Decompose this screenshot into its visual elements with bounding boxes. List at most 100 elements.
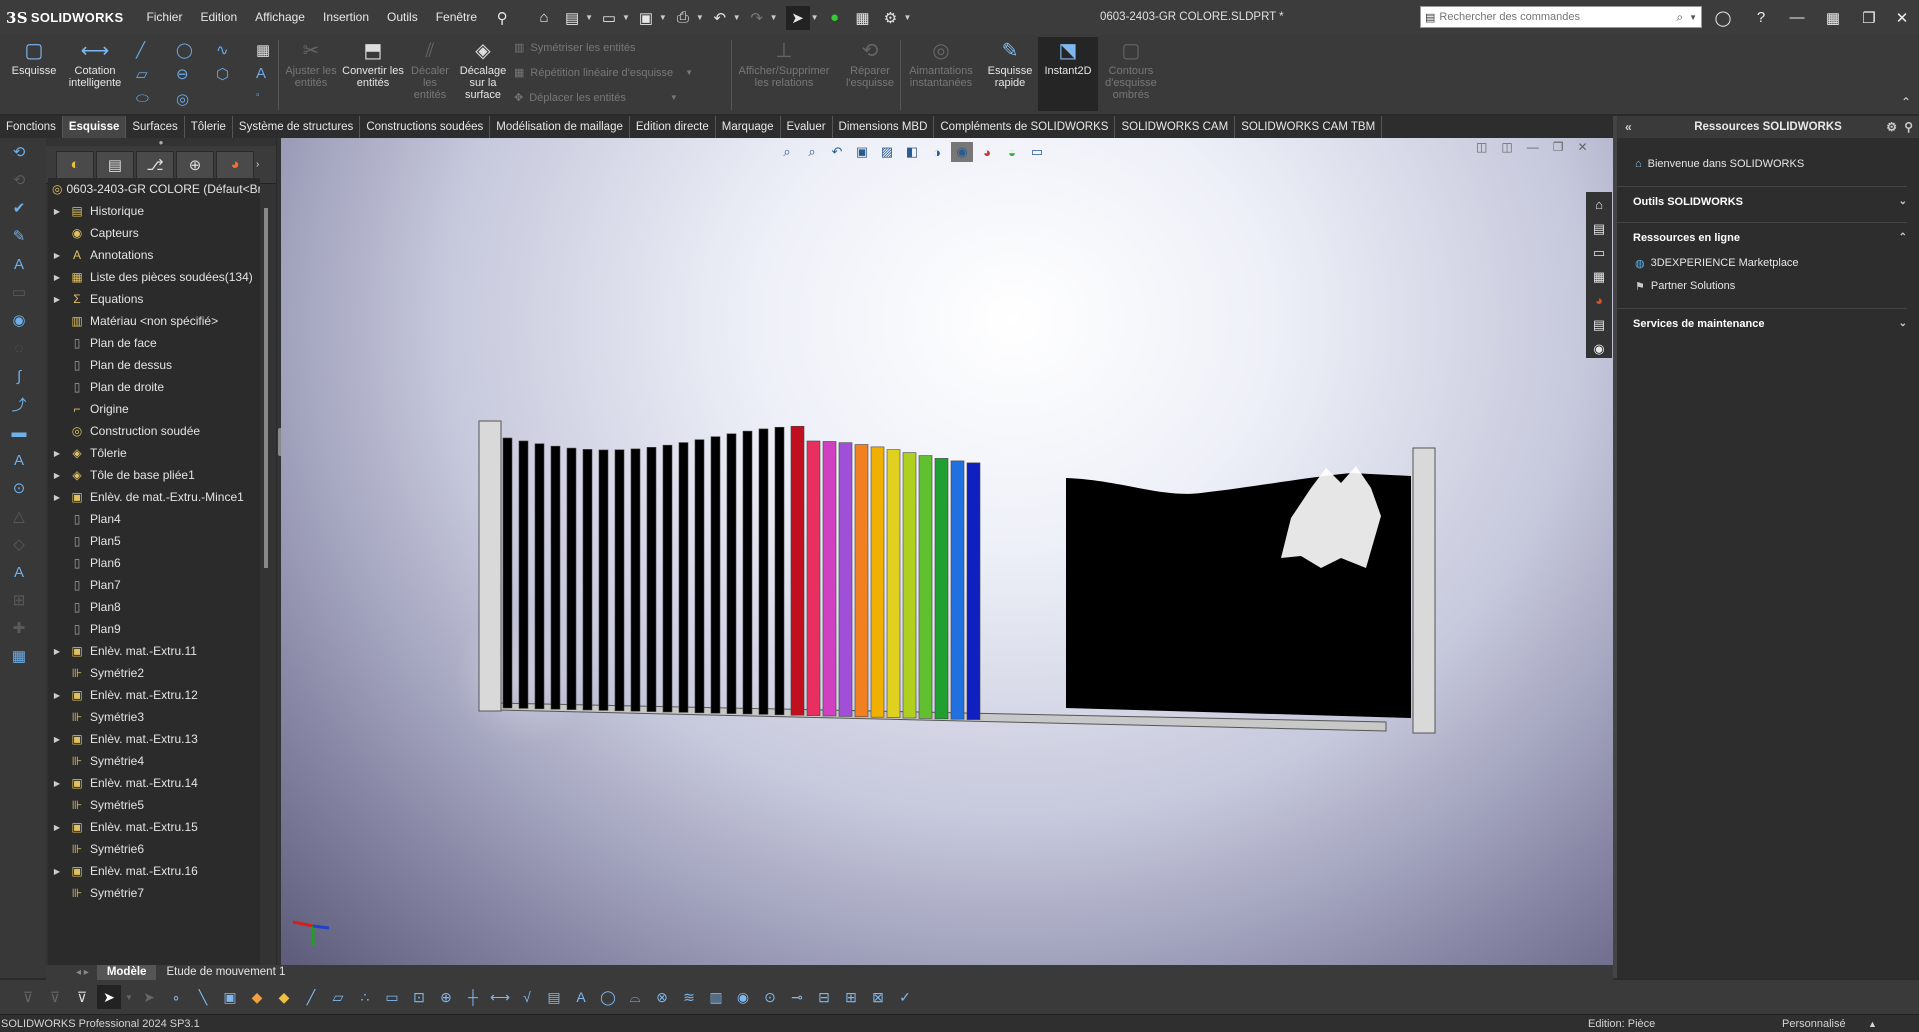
tab-edition-directe[interactable]: Edition directe <box>630 116 716 138</box>
quick-snaps-button[interactable]: ◎ Aimantations instantanées <box>904 39 978 89</box>
menu-fichier[interactable]: Fichier <box>137 0 191 35</box>
tree-item[interactable]: ▯ Plan5 <box>48 530 260 552</box>
formatting-icon[interactable]: A <box>4 558 34 586</box>
fillet-icon[interactable]: ◎ <box>176 90 189 108</box>
pin-panel-icon[interactable]: ⚲ <box>1904 120 1913 134</box>
menu-edition[interactable]: Edition <box>191 0 246 35</box>
home-icon[interactable]: ⌂ <box>532 6 556 30</box>
filter-center-marks-icon[interactable]: ⊕ <box>434 985 458 1009</box>
tab-fonctions[interactable]: Fonctions <box>0 116 63 138</box>
filter-weld-symbols-icon[interactable]: ⌓ <box>623 985 647 1009</box>
disabled-tool-icon[interactable]: ◌ <box>4 334 34 362</box>
tabs-scroll-icon[interactable]: › <box>256 151 266 179</box>
tab-mod-lisation-de-maillage[interactable]: Modélisation de maillage <box>490 116 630 138</box>
solidworks-forum-icon[interactable]: ◉ <box>1587 337 1611 360</box>
display-manager-tab-icon[interactable]: ◕ <box>216 150 254 179</box>
open-icon[interactable]: ▭ <box>597 6 621 30</box>
text-icon[interactable]: A <box>256 65 266 82</box>
redo-dropdown-icon[interactable]: ▼ <box>770 13 778 22</box>
tree-item[interactable]: ▶ ▣ Enlèv. mat.-Extru.15 <box>48 816 260 838</box>
collapse-panel-icon[interactable]: « <box>1625 120 1632 134</box>
appearances-icon[interactable]: ◕ <box>1587 289 1611 312</box>
table-icon[interactable]: ▦ <box>4 642 34 670</box>
tab-solidworks-cam-tbm[interactable]: SOLIDWORKS CAM TBM <box>1235 116 1383 138</box>
tree-item[interactable]: ▶ ▣ Enlèv. de mat.-Extru.-Mince1 <box>48 486 260 508</box>
expand-arrow-icon[interactable]: ▶ <box>50 273 64 282</box>
expand-arrow-icon[interactable]: ▶ <box>50 735 64 744</box>
polygon-icon[interactable]: ⬡ <box>216 65 229 83</box>
tree-item[interactable]: ▶ ◈ Tôlerie <box>48 442 260 464</box>
units-dropdown-icon[interactable]: ▲ <box>1868 1019 1877 1029</box>
online-resources-section[interactable]: Ressources en ligne ⌃ <box>1617 222 1907 252</box>
tree-item[interactable]: ▶ ▣ Enlèv. mat.-Extru.14 <box>48 772 260 794</box>
tab-model[interactable]: Modèle <box>96 965 157 980</box>
restore-icon[interactable]: ❐ <box>1852 0 1886 35</box>
tree-item[interactable]: ▯ Plan6 <box>48 552 260 574</box>
select-dropdown-icon[interactable]: ▼ <box>124 985 134 1009</box>
tree-item[interactable]: ▶ ▤ Historique <box>48 200 260 222</box>
curve-icon[interactable]: ∫ <box>4 362 34 390</box>
tab-dimensions-mbd[interactable]: Dimensions MBD <box>833 116 935 138</box>
hole-icon[interactable]: ◉ <box>4 306 34 334</box>
slot-icon[interactable]: ⊖ <box>176 65 189 83</box>
tree-item[interactable]: ⊪ Symétrie7 <box>48 882 260 904</box>
tree-item[interactable]: ⊪ Symétrie3 <box>48 706 260 728</box>
tree-item[interactable]: ▶ A Annotations <box>48 244 260 266</box>
filter-surface-finish-icon[interactable]: √ <box>515 985 539 1009</box>
tree-item[interactable]: ⊪ Symétrie6 <box>48 838 260 860</box>
solidworks-logo[interactable]: 3S SOLIDWORKS <box>0 9 137 27</box>
move-entities-dropdown-icon[interactable]: ▼ <box>670 93 678 102</box>
menu-insertion[interactable]: Insertion <box>314 0 378 35</box>
mirror-entities-button[interactable]: ▥ Symétriser les entités <box>514 41 636 55</box>
filter-blocks-icon[interactable]: ▥ <box>704 985 728 1009</box>
tree-item[interactable]: ▶ ◈ Tôle de base pliée1 <box>48 464 260 486</box>
point-icon[interactable]: ▫ <box>256 90 260 101</box>
save-icon[interactable]: ▣ <box>634 6 658 30</box>
filter-edges-icon[interactable]: ╲ <box>191 985 215 1009</box>
expand-arrow-icon[interactable]: ▶ <box>50 823 64 832</box>
graphics-area[interactable]: ⌕ ⌕ ↶ ▣ ▨ ◧ ◑ ◉ ◕ ◒ ▭ ◫ ◫ — ❐ ✕ <box>281 138 1613 965</box>
expand-arrow-icon[interactable]: ▶ <box>50 867 64 876</box>
search-input[interactable] <box>1439 11 1677 23</box>
tree-item[interactable]: ▯ Plan4 <box>48 508 260 530</box>
filter-planes-icon[interactable]: ▱ <box>326 985 350 1009</box>
filter-notes-icon[interactable]: A <box>569 985 593 1009</box>
spline-icon[interactable]: ∿ <box>216 41 229 59</box>
print-dropdown-icon[interactable]: ▼ <box>696 13 704 22</box>
convert-entities-button[interactable]: ⬒ Convertir les entités <box>342 39 404 89</box>
file-properties-icon[interactable]: ▦ <box>851 6 875 30</box>
expand-chevron-icon[interactable]: ⌄ <box>1899 196 1907 207</box>
tree-item[interactable]: ▶ ▣ Enlèv. mat.-Extru.16 <box>48 860 260 882</box>
marketplace-link[interactable]: ◍ 3DEXPERIENCE Marketplace <box>1617 252 1919 274</box>
disabled-tool-icon[interactable]: ⊞ <box>4 586 34 614</box>
welcome-link[interactable]: ⌂ Bienvenue dans SOLIDWORKS <box>1617 150 1919 178</box>
repair-sketch-button[interactable]: ⟲ Réparer l'esquisse <box>836 39 904 89</box>
expand-arrow-icon[interactable]: ▶ <box>50 449 64 458</box>
new-dropdown-icon[interactable]: ▼ <box>585 13 593 22</box>
tree-item[interactable]: ▯ Plan9 <box>48 618 260 640</box>
instant2d-button[interactable]: ⬔ Instant2D <box>1038 37 1098 111</box>
tools-section[interactable]: Outils SOLIDWORKS ⌄ <box>1617 186 1907 216</box>
sketch-button[interactable]: ▢ Esquisse <box>8 39 60 77</box>
filter-vertex-icon[interactable]: ∘ <box>164 985 188 1009</box>
expand-arrow-icon[interactable]: ▶ <box>50 779 64 788</box>
save-dropdown-icon[interactable]: ▼ <box>659 13 667 22</box>
open-dropdown-icon[interactable]: ▼ <box>622 13 630 22</box>
command-search[interactable]: ▤ ⌕ ▼ <box>1420 6 1702 28</box>
tree-item[interactable]: ▥ Matériau <non spécifié> <box>48 310 260 332</box>
shaded-contours-button[interactable]: ▢ Contours d'esquisse ombrés <box>1100 39 1162 101</box>
feature-manager-tab-icon[interactable]: ◐ <box>56 150 94 179</box>
expand-arrow-icon[interactable]: ▶ <box>50 493 64 502</box>
expand-arrow-icon[interactable]: ▶ <box>50 251 64 260</box>
select-icon[interactable]: ➤ <box>785 5 810 30</box>
status-units[interactable]: Personnalisé <box>1782 1018 1846 1030</box>
tab-evaluer[interactable]: Evaluer <box>781 116 833 138</box>
sketch-tool-icon[interactable]: ⟲ <box>4 138 34 166</box>
filter-midpoints-icon[interactable]: ⊡ <box>407 985 431 1009</box>
pin-icon[interactable]: ⚲ <box>490 6 514 30</box>
tab-solidworks-cam[interactable]: SOLIDWORKS CAM <box>1115 116 1236 138</box>
block-icon[interactable]: ▬ <box>4 418 34 446</box>
point-pattern-icon[interactable]: ▦ <box>256 41 270 59</box>
filter-faces-icon[interactable]: ▣ <box>218 985 242 1009</box>
filter-geometric-tolerance-icon[interactable]: ▤ <box>542 985 566 1009</box>
